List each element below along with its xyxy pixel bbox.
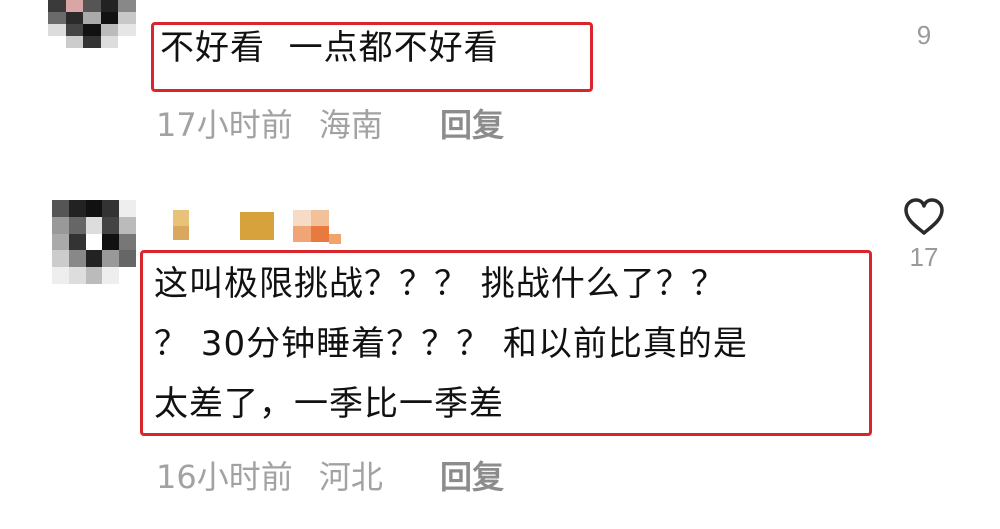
like-count: 9 bbox=[916, 20, 932, 50]
reply-button[interactable]: 回复 bbox=[440, 452, 504, 498]
comment-meta: 16小时前 河北 bbox=[156, 452, 383, 498]
comment-location: 海南 bbox=[318, 106, 383, 144]
like-button[interactable]: 9 bbox=[894, 0, 954, 51]
reply-label: 回复 bbox=[440, 106, 505, 144]
like-button[interactable]: 17 bbox=[894, 198, 954, 273]
comment-item: 这叫极限挑战？？？ 挑战什么了？？ ？ 30分钟睡着？？？ 和以前比真的是 太差… bbox=[0, 190, 1000, 529]
comment-item: 不好看 一点都不好看 17小时前 海南 回复 9 bbox=[0, 0, 1000, 170]
comment-time: 16小时前 bbox=[156, 458, 293, 496]
comment-meta: 17小时前 海南 bbox=[156, 100, 383, 146]
comment-text: 这叫极限挑战？？？ 挑战什么了？？ ？ 30分钟睡着？？？ 和以前比真的是 太差… bbox=[154, 264, 748, 424]
comment-text: 不好看 一点都不好看 bbox=[160, 28, 499, 68]
like-count: 17 bbox=[909, 242, 939, 272]
reply-label: 回复 bbox=[440, 458, 505, 496]
avatar[interactable] bbox=[48, 0, 136, 60]
username-pixelated[interactable] bbox=[165, 202, 355, 244]
reply-button[interactable]: 回复 bbox=[440, 100, 504, 146]
heart-outline-icon bbox=[894, 198, 954, 236]
avatar[interactable] bbox=[52, 200, 136, 284]
comment-time: 17小时前 bbox=[156, 106, 293, 144]
comment-location: 河北 bbox=[318, 458, 383, 496]
